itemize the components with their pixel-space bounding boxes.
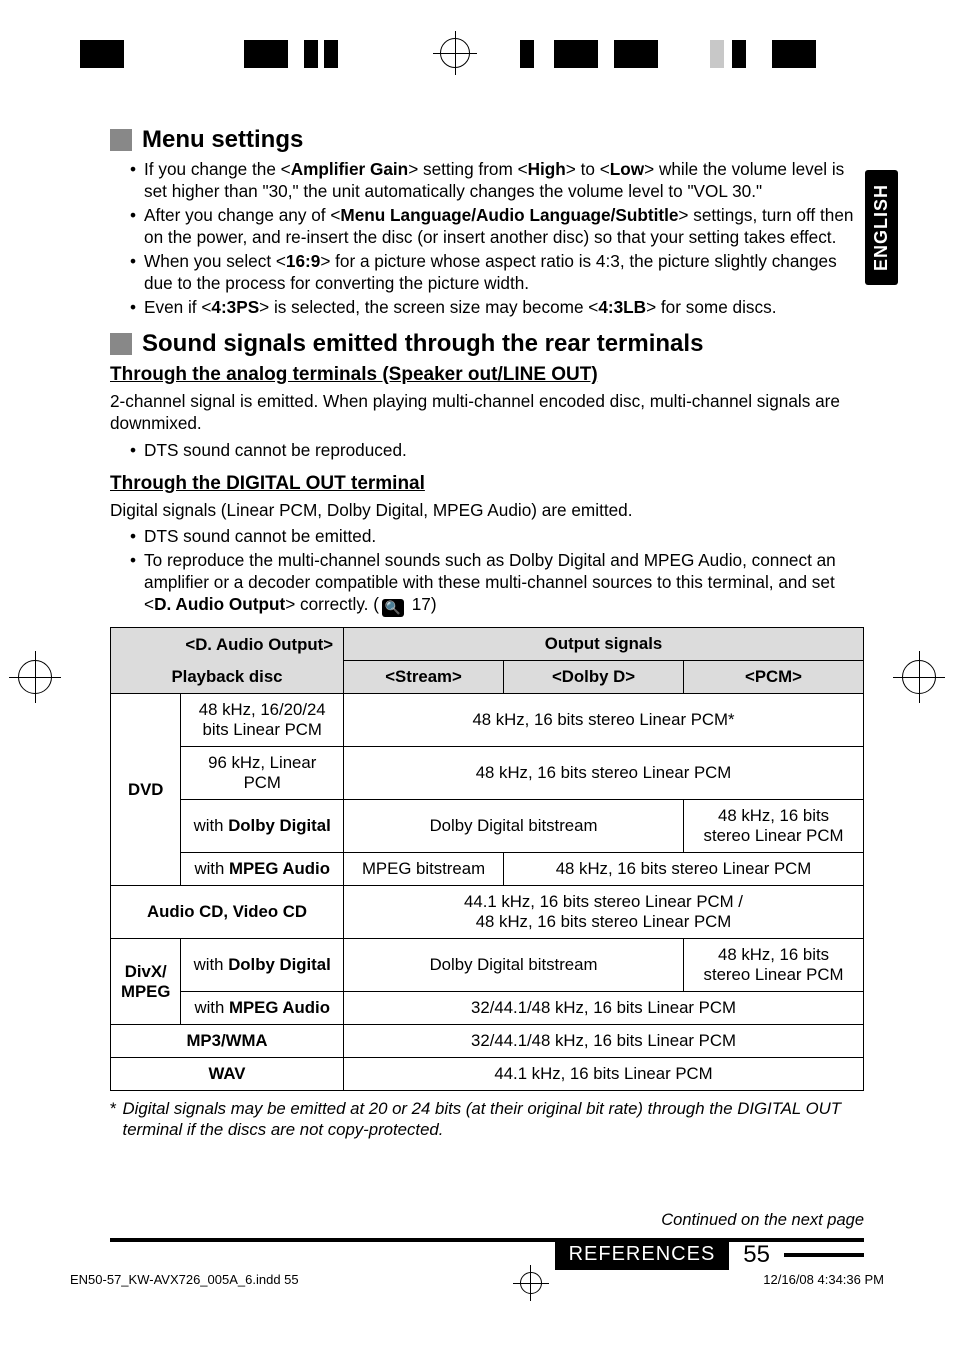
dvd-r4-stream: MPEG bitstream bbox=[344, 853, 504, 886]
table-row: with Dolby Digital Dolby Digital bitstre… bbox=[111, 800, 864, 853]
language-tab: ENGLISH bbox=[865, 170, 898, 285]
register-mark-right bbox=[902, 660, 936, 694]
register-mark-bottom bbox=[520, 1272, 542, 1294]
menu-bullet-list: • If you change the <Amplifier Gain> set… bbox=[130, 158, 864, 318]
dvd-r3-pcm: 48 kHz, 16 bits stereo Linear PCM bbox=[684, 800, 864, 853]
dvd-r2-src: 96 kHz, Linear PCM bbox=[181, 747, 344, 800]
digital-bullet-2: To reproduce the multi-channel sounds su… bbox=[144, 549, 864, 615]
digital-bullet-1: DTS sound cannot be emitted. bbox=[144, 525, 376, 547]
analog-subhead: Through the analog terminals (Speaker ou… bbox=[110, 364, 864, 386]
mp3-label: MP3/WMA bbox=[186, 1031, 267, 1050]
continued-note: Continued on the next page bbox=[110, 1211, 864, 1230]
table-row: DVD 48 kHz, 16/20/24 bits Linear PCM 48 … bbox=[111, 694, 864, 747]
table-row: WAV 44.1 kHz, 16 bits Linear PCM bbox=[111, 1058, 864, 1091]
acd-out: 44.1 kHz, 16 bits stereo Linear PCM / 48… bbox=[344, 886, 864, 939]
divx-r1-src: with Dolby Digital bbox=[181, 939, 344, 992]
th-daudio: <D. Audio Output> bbox=[111, 628, 344, 661]
page-footer-band: REFERENCES 55 bbox=[110, 1238, 864, 1270]
digital-paragraph: Digital signals (Linear PCM, Dolby Digit… bbox=[110, 499, 864, 521]
printer-registration-strip bbox=[70, 36, 884, 72]
dvd-r3-src: with Dolby Digital bbox=[181, 800, 344, 853]
table-row: MP3/WMA 32/44.1/48 kHz, 16 bits Linear P… bbox=[111, 1025, 864, 1058]
dvd-r4-pcm: 48 kHz, 16 bits stereo Linear PCM bbox=[504, 853, 864, 886]
divx-r1-stream: Dolby Digital bitstream bbox=[344, 939, 684, 992]
table-row: with MPEG Audio 32/44.1/48 kHz, 16 bits … bbox=[111, 992, 864, 1025]
page-number: 55 bbox=[743, 1241, 770, 1269]
menu-bullet-4: Even if <4:3PS> is selected, the screen … bbox=[144, 296, 776, 318]
table-row: DivX/ MPEG with Dolby Digital Dolby Digi… bbox=[111, 939, 864, 992]
table-row: 96 kHz, Linear PCM 48 kHz, 16 bits stere… bbox=[111, 747, 864, 800]
dvd-label: DVD bbox=[128, 780, 163, 799]
register-mark-left bbox=[18, 660, 52, 694]
section-title-menu: Menu settings bbox=[142, 126, 303, 154]
table-row: with MPEG Audio MPEG bitstream 48 kHz, 1… bbox=[111, 853, 864, 886]
divx-r1-pcm: 48 kHz, 16 bits stereo Linear PCM bbox=[684, 939, 864, 992]
th-stream: <Stream> bbox=[344, 661, 504, 694]
dvd-r1-src: 48 kHz, 16/20/24 bits Linear PCM bbox=[181, 694, 344, 747]
wav-label: WAV bbox=[209, 1064, 246, 1083]
dvd-r2-out: 48 kHz, 16 bits stereo Linear PCM bbox=[344, 747, 864, 800]
section-bullet-icon bbox=[110, 333, 132, 355]
print-file-name: EN50-57_KW-AVX726_005A_6.indd 55 bbox=[70, 1272, 299, 1294]
dvd-r4-src: with MPEG Audio bbox=[181, 853, 344, 886]
menu-bullet-1: If you change the <Amplifier Gain> setti… bbox=[144, 158, 864, 202]
divx-r2-out: 32/44.1/48 kHz, 16 bits Linear PCM bbox=[344, 992, 864, 1025]
th-dolby: <Dolby D> bbox=[504, 661, 684, 694]
table-row: Audio CD, Video CD 44.1 kHz, 16 bits ste… bbox=[111, 886, 864, 939]
analog-bullet-1: DTS sound cannot be reproduced. bbox=[144, 439, 407, 461]
section-header-menu: Menu settings bbox=[110, 126, 864, 154]
wav-out: 44.1 kHz, 16 bits Linear PCM bbox=[344, 1058, 864, 1091]
divx-label: DivX/ MPEG bbox=[121, 962, 170, 1001]
divx-r2-src: with MPEG Audio bbox=[181, 992, 344, 1025]
th-playback: Playback disc bbox=[111, 661, 344, 694]
mp3-out: 32/44.1/48 kHz, 16 bits Linear PCM bbox=[344, 1025, 864, 1058]
dvd-r1-out: 48 kHz, 16 bits stereo Linear PCM* bbox=[344, 694, 864, 747]
references-pill: REFERENCES bbox=[555, 1239, 730, 1270]
section-bullet-icon bbox=[110, 129, 132, 151]
menu-bullet-3: When you select <16:9> for a picture who… bbox=[144, 250, 864, 294]
th-output: Output signals bbox=[344, 628, 864, 661]
acd-label: Audio CD, Video CD bbox=[147, 902, 307, 921]
table-footnote: *Digital signals may be emitted at 20 or… bbox=[110, 1099, 864, 1141]
output-signals-table: <D. Audio Output> Output signals Playbac… bbox=[110, 627, 864, 1091]
print-timestamp: 12/16/08 4:34:36 PM bbox=[763, 1272, 884, 1294]
section-title-sound: Sound signals emitted through the rear t… bbox=[142, 330, 703, 358]
section-header-sound: Sound signals emitted through the rear t… bbox=[110, 330, 864, 358]
menu-bullet-2: After you change any of <Menu Language/A… bbox=[144, 204, 864, 248]
magnifier-icon: 🔍 bbox=[382, 599, 404, 617]
th-pcm: <PCM> bbox=[684, 661, 864, 694]
print-metadata-footer: EN50-57_KW-AVX726_005A_6.indd 55 12/16/0… bbox=[70, 1272, 884, 1294]
analog-paragraph: 2-channel signal is emitted. When playin… bbox=[110, 390, 864, 435]
dvd-r3-stream: Dolby Digital bitstream bbox=[344, 800, 684, 853]
digital-subhead: Through the DIGITAL OUT terminal bbox=[110, 473, 864, 495]
